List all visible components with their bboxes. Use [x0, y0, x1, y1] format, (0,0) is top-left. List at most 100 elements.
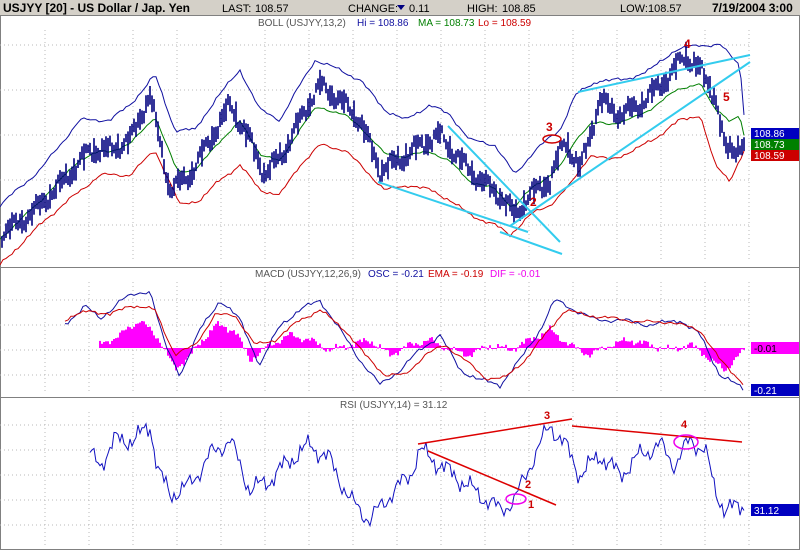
- macd-histogram-bar: [561, 341, 563, 348]
- macd-histogram-bar: [177, 348, 179, 368]
- macd-histogram-bar: [259, 348, 261, 353]
- macd-histogram-bar: [451, 348, 453, 350]
- macd-histogram-bar: [397, 348, 399, 356]
- macd-histogram-bar: [567, 345, 569, 348]
- boll-tag-lo-text: 108.59: [754, 151, 785, 162]
- macd-histogram-bar: [405, 347, 407, 349]
- macd-histogram-bar: [703, 348, 705, 355]
- macd-histogram-bar: [685, 348, 687, 349]
- macd-histogram-bar: [673, 348, 675, 350]
- boll-anno-2: 2: [530, 195, 537, 209]
- macd-histogram-bar: [215, 323, 217, 348]
- macd-histogram-bar: [363, 338, 365, 348]
- macd-histogram-bar: [209, 330, 211, 348]
- macd-histogram-bar: [677, 348, 679, 352]
- macd-histogram-bar: [307, 338, 309, 348]
- macd-histogram-bar: [693, 347, 695, 349]
- macd-histogram-bar: [725, 348, 727, 371]
- macd-histogram-bar: [331, 348, 333, 350]
- macd-histogram-bar: [321, 347, 323, 349]
- macd-histogram-bar: [729, 348, 731, 369]
- macd-histogram-bar: [127, 326, 129, 348]
- macd-histogram-bar: [525, 338, 527, 348]
- macd-histogram-bar: [547, 330, 549, 348]
- boll-hi-text: Hi = 108.86: [357, 18, 409, 29]
- macd-histogram-bar: [675, 346, 677, 348]
- macd-histogram-bar: [611, 347, 613, 349]
- macd-histogram-bar: [323, 348, 325, 350]
- macd-histogram-bar: [553, 332, 555, 348]
- boll-ma-text: MA = 108.73: [418, 18, 475, 29]
- macd-histogram-bar: [479, 348, 481, 350]
- macd-histogram-bar: [285, 336, 287, 348]
- macd-histogram-bar: [663, 348, 665, 349]
- macd-histogram-bar: [455, 348, 457, 350]
- macd-histogram-bar: [275, 343, 277, 348]
- macd-histogram-bar: [361, 342, 363, 348]
- macd-histogram-bar: [345, 348, 347, 350]
- high-value: 108.85: [502, 3, 536, 15]
- macd-histogram-bar: [211, 330, 213, 348]
- rsi-anno-3: 3: [544, 410, 550, 422]
- macd-histogram-bar: [377, 347, 379, 349]
- macd-histogram-bar: [513, 348, 515, 349]
- macd-histogram-bar: [597, 348, 599, 351]
- macd-histogram-bar: [727, 348, 729, 368]
- macd-histogram-bar: [529, 337, 531, 348]
- macd-histogram-bar: [107, 341, 109, 348]
- macd-histogram-bar: [183, 348, 185, 366]
- macd-histogram-bar: [485, 347, 487, 349]
- macd-histogram-bar: [697, 347, 699, 349]
- macd-histogram-bar: [99, 340, 101, 348]
- macd-histogram-bar: [149, 326, 151, 348]
- macd-histogram-bar: [483, 346, 485, 348]
- macd-histogram-bar: [443, 348, 445, 351]
- high-label: HIGH:: [467, 3, 498, 15]
- macd-histogram-bar: [577, 347, 579, 349]
- macd-histogram-bar: [631, 340, 633, 348]
- macd-histogram-bar: [421, 345, 423, 348]
- macd-histogram-bar: [305, 338, 307, 348]
- boll-anno-3: 3: [546, 120, 553, 134]
- macd-dif-text: DIF = -0.01: [490, 269, 541, 280]
- macd-histogram-bar: [245, 348, 247, 349]
- macd-histogram-bar: [595, 348, 597, 350]
- macd-histogram-bar: [101, 343, 103, 348]
- macd-histogram-bar: [591, 348, 593, 355]
- macd-histogram-bar: [441, 348, 443, 350]
- macd-histogram-bar: [635, 343, 637, 348]
- macd-histogram-bar: [491, 348, 493, 349]
- rsi-tag-text: 31.12: [754, 506, 779, 517]
- macd-histogram-bar: [143, 321, 145, 348]
- macd-histogram-bar: [319, 343, 321, 348]
- boll-title-prefix: BOLL (USJYY,13,2): [258, 18, 346, 29]
- macd-histogram-bar: [517, 347, 519, 349]
- macd-histogram-bar: [459, 348, 461, 352]
- macd-histogram-bar: [643, 340, 645, 348]
- boll-anno-4: 4: [684, 37, 691, 51]
- macd-histogram-bar: [735, 348, 737, 358]
- macd-histogram-bar: [625, 341, 627, 348]
- macd-histogram-bar: [155, 338, 157, 348]
- macd-histogram-bar: [499, 346, 501, 348]
- macd-histogram-bar: [623, 337, 625, 348]
- macd-histogram-bar: [541, 333, 543, 348]
- macd-histogram-bar: [739, 348, 741, 354]
- macd-histogram-bar: [265, 346, 267, 348]
- macd-histogram-bar: [649, 346, 651, 348]
- macd-histogram-bar: [367, 341, 369, 348]
- macd-histogram-bar: [289, 332, 291, 348]
- macd-histogram-bar: [515, 348, 517, 352]
- macd-histogram-bar: [471, 348, 473, 357]
- macd-histogram-bar: [679, 348, 681, 351]
- macd-histogram-bar: [721, 348, 723, 369]
- macd-histogram-bar: [737, 348, 739, 357]
- last-value: 108.57: [255, 3, 289, 15]
- macd-histogram-bar: [199, 345, 201, 348]
- macd-tag-osc-text: -0.21: [754, 386, 777, 397]
- macd-histogram-bar: [343, 345, 345, 348]
- macd-histogram-bar: [533, 337, 535, 348]
- macd-histogram-bar: [641, 343, 643, 348]
- macd-histogram-bar: [379, 344, 381, 348]
- change-value: 0.11: [409, 3, 430, 15]
